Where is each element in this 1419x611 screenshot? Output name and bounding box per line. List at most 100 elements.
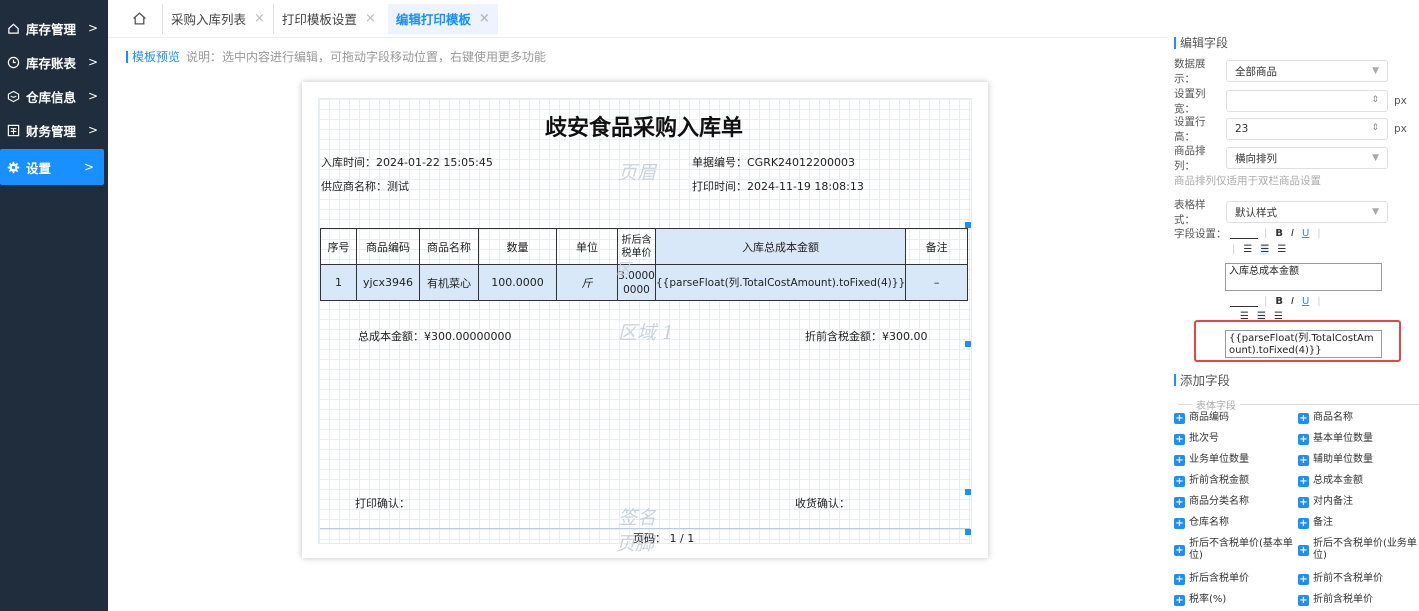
document-title[interactable]: 歧安食品采购入库单 [545,110,743,142]
sidebar-item-label: 财务管理 [26,123,77,139]
page-number[interactable]: 页码： 1 / 1 [633,530,694,546]
plus-icon: + [1174,475,1185,487]
add-field-item[interactable]: + 商品名称 [1298,412,1353,424]
close-icon[interactable]: × [254,11,265,26]
row-height-row: 设置行高： 23 ⇕ px [1174,114,1407,144]
field-value-textarea[interactable]: {{parseFloat(列.TotalCostAmount).toFixed(… [1225,330,1382,358]
table-header-cell[interactable]: 单位 [556,228,618,265]
table-cell[interactable]: – [905,264,969,301]
table-cell[interactable]: 1 [320,264,357,301]
chevron-right-icon: > [87,123,98,137]
close-icon[interactable]: × [365,11,376,26]
tab-purchase-list[interactable]: 采购入库列表 × [162,3,273,34]
field-title-textarea[interactable]: 入库总成本金额 [1225,263,1382,291]
table-header-cell-selected[interactable]: 入库总成本金额 [654,228,907,265]
font-size-input[interactable] [1230,297,1258,307]
add-field-item[interactable]: + 折前含税金额 [1174,475,1249,487]
table-header-cell[interactable]: 商品编码 [356,228,420,265]
add-field-item[interactable]: + 折后含税单价 [1174,573,1249,585]
plus-icon: + [1174,433,1185,445]
table-cell-selected[interactable]: {{parseFloat(列.TotalCostAmount).toFixed(… [654,264,907,301]
underline-button[interactable]: U [1302,296,1309,307]
resize-handle[interactable] [965,341,971,347]
align-left-icon[interactable]: ☰ [1243,244,1252,255]
field-setting-label: 字段设置： [1174,228,1227,240]
table-header-cell[interactable]: 备注 [905,228,969,265]
add-field-label: 辅助单位数量 [1313,454,1373,465]
field-editor-panel: 编辑字段 数据展示： 全部商品 ▼ 设置列宽： ⇕ px 设置行高： 23 ⇕ px… [1168,30,1419,611]
table-style-select[interactable]: 默认样式 ▼ [1226,201,1388,223]
add-field-item[interactable]: + 批次号 [1174,433,1219,445]
home-tab-icon[interactable] [132,11,148,27]
bold-button[interactable]: B [1275,228,1283,239]
add-field-item[interactable]: + 商品编码 [1174,412,1229,424]
add-field-label: 折前不含税单价 [1313,573,1383,584]
data-display-select[interactable]: 全部商品 ▼ [1226,60,1388,82]
sidebar-item-finance[interactable]: 财务管理 > [0,112,108,148]
tab-print-template-settings[interactable]: 打印模板设置 × [272,3,384,34]
goods-table[interactable]: 序号 商品编码 商品名称 数量 单位 折后含税单价 入库总成本金额 备注 1 y… [320,228,969,301]
italic-button[interactable]: I [1291,296,1294,307]
chevron-down-icon: ▼ [1372,207,1379,217]
table-header-cell[interactable]: 商品名称 [419,228,479,265]
unit-label: px [1394,95,1407,107]
sidebar-item-inventory[interactable]: 库存管理 > [0,10,108,46]
add-field-item[interactable]: + 仓库名称 [1174,517,1229,529]
area-watermark: 区 [616,260,632,278]
receive-confirm[interactable]: 收货确认： [795,495,850,511]
table-header-cell[interactable]: 序号 [320,228,357,265]
total-cost-amount[interactable]: 总成本金额：¥300.00000000 [358,328,511,344]
accent-bar [1174,373,1176,386]
font-size-input[interactable] [1230,229,1258,239]
inbound-time[interactable]: 入库时间：2024-01-22 15:05:45 [321,154,493,170]
bold-button[interactable]: B [1275,296,1283,307]
add-field-item[interactable]: + 总成本金额 [1298,475,1363,487]
input-value: 23 [1235,123,1249,135]
add-field-item[interactable]: + 备注 [1298,517,1333,529]
select-value: 横向排列 [1235,152,1277,165]
stepper-icon[interactable]: ⇕ [1371,95,1379,105]
print-confirm[interactable]: 打印确认： [355,495,410,511]
goods-arrange-select[interactable]: 横向排列 ▼ [1226,147,1388,169]
sidebar-item-label: 设置 [26,160,52,176]
plus-icon: + [1298,496,1309,508]
italic-button[interactable]: I [1291,228,1294,239]
row-height-input[interactable]: 23 ⇕ [1226,118,1388,140]
table-cell[interactable]: 100.0000 [478,264,557,301]
column-width-input[interactable]: ⇕ [1226,90,1388,112]
sidebar-item-warehouse[interactable]: 仓库信息 > [0,78,108,114]
align-center-icon[interactable]: ☰ [1260,244,1270,255]
align-right-icon[interactable]: ☰ [1277,244,1286,255]
add-field-item[interactable]: + 业务单位数量 [1174,454,1249,466]
add-field-item[interactable]: + 折后不含税单价(业务单位) [1298,538,1419,562]
stepper-icon[interactable]: ⇕ [1371,123,1379,133]
add-field-item[interactable]: + 商品分类名称 [1174,496,1249,508]
add-field-label: 商品编码 [1189,412,1229,423]
add-field-item[interactable]: + 对内备注 [1298,496,1353,508]
add-field-item[interactable]: + 基本单位数量 [1298,433,1373,445]
resize-handle[interactable] [965,489,971,495]
close-icon[interactable]: × [479,11,490,26]
tab-edit-print-template[interactable]: 编辑打印模板 × [387,3,498,34]
add-field-item[interactable]: + 辅助单位数量 [1298,454,1373,466]
resize-handle[interactable] [965,529,971,535]
chevron-right-icon: > [87,89,98,103]
sidebar-item-settings[interactable]: 设置 > [0,149,104,185]
pre-discount-tax-amount[interactable]: 折前含税金额：¥300.00 [805,328,928,344]
add-field-label: 仓库名称 [1189,517,1229,528]
supplier-name[interactable]: 供应商名称：测试 [321,178,409,194]
plus-icon: + [1298,517,1309,529]
table-cell[interactable]: 有机菜心 [419,264,479,301]
underline-button[interactable]: U [1302,228,1309,239]
add-field-item[interactable]: + 折前含税单价 [1298,594,1373,606]
print-time[interactable]: 打印时间：2024-11-19 18:08:13 [692,178,864,194]
table-header-cell[interactable]: 数量 [478,228,557,265]
table-cell[interactable]: 斤 [556,264,618,301]
table-cell[interactable]: yjcx3946 [356,264,420,301]
add-field-item[interactable]: + 税率(%) [1174,594,1226,606]
sidebar-item-ledger[interactable]: 库存账表 > [0,44,108,80]
add-field-item[interactable]: + 折后不含税单价(基本单位) [1174,538,1296,562]
add-field-item[interactable]: + 折前不含税单价 [1298,573,1383,585]
add-field-label: 税率(%) [1189,594,1227,605]
document-number[interactable]: 单据编号：CGRK24012200003 [692,154,855,170]
